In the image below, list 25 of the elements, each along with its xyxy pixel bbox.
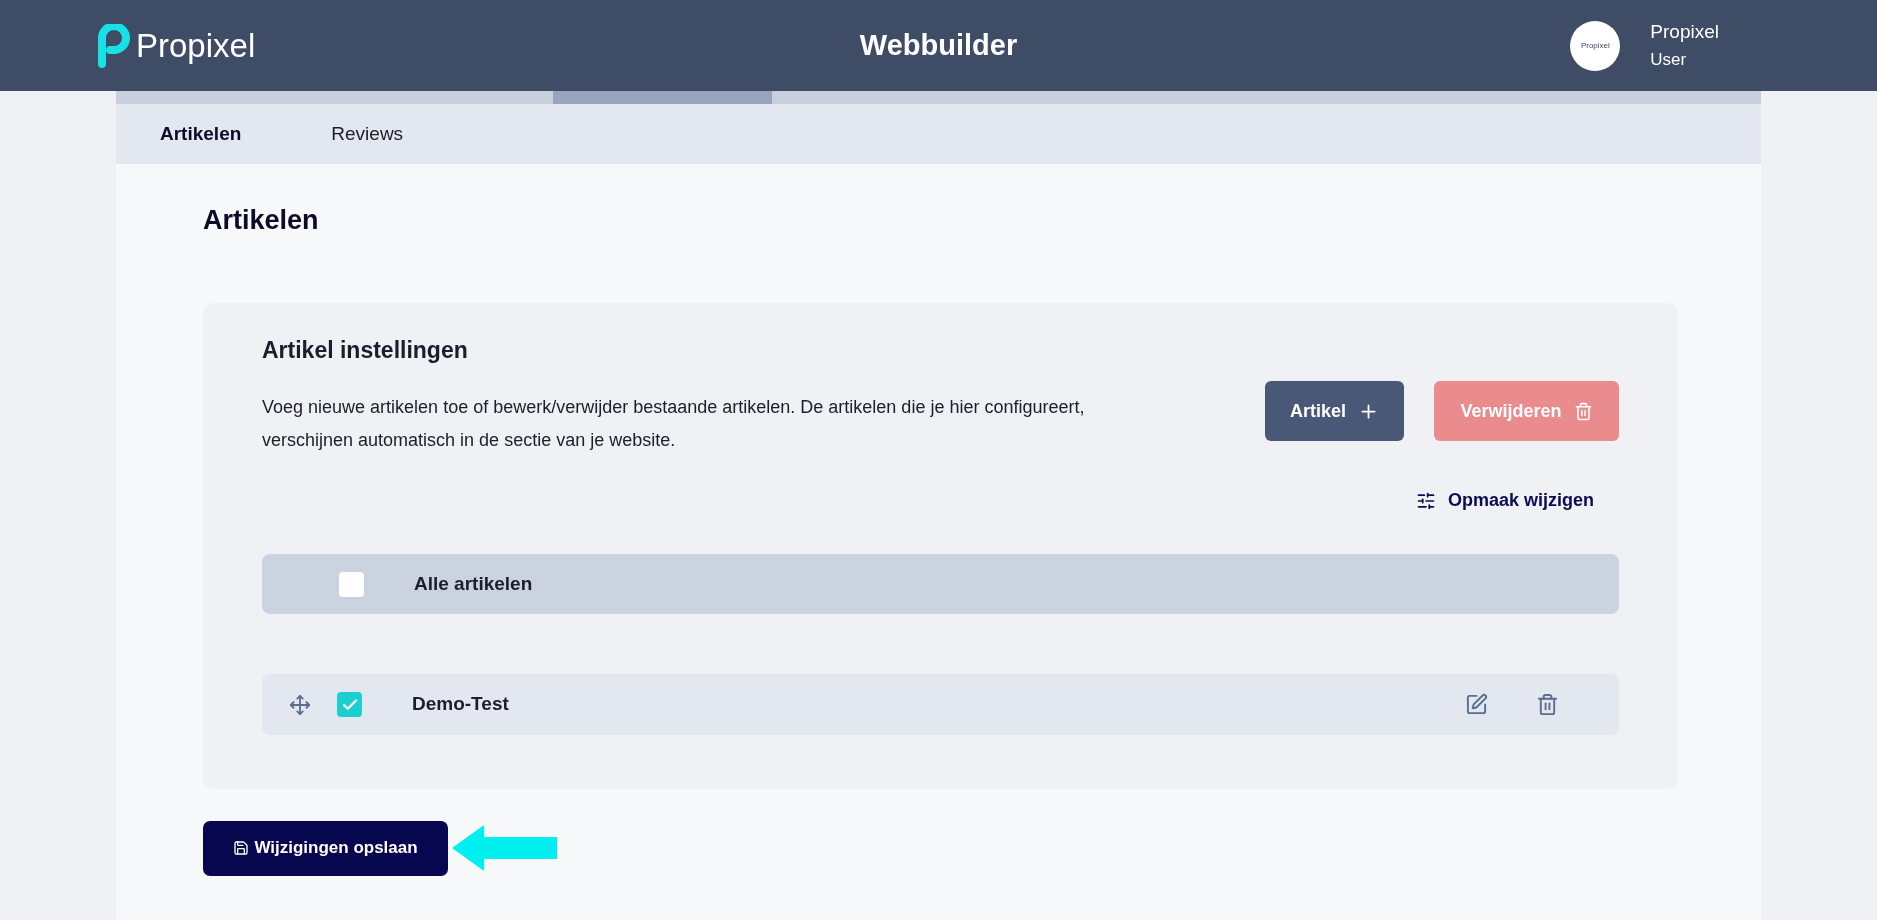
arrow-annotation-icon xyxy=(452,825,557,871)
edit-icon[interactable] xyxy=(1465,693,1488,716)
tab[interactable]: Artikelen xyxy=(160,119,242,149)
layout-link[interactable]: Opmaak wijzigen xyxy=(1415,487,1594,514)
sliders-icon xyxy=(1415,490,1436,511)
select-all-label: Alle artikelen xyxy=(414,571,533,596)
checkbox[interactable] xyxy=(339,571,364,597)
save-icon xyxy=(233,840,250,856)
card-title: Artikel instellingen xyxy=(262,335,469,365)
trash-icon xyxy=(1573,401,1593,421)
drag-handle-icon[interactable] xyxy=(289,693,311,716)
logo-icon xyxy=(98,23,130,68)
app-title: Webbuilder xyxy=(859,27,1018,63)
page-title: Artikelen xyxy=(203,204,320,237)
checkbox[interactable] xyxy=(337,692,362,717)
tab[interactable]: Reviews xyxy=(331,119,404,149)
user-name: Propixel xyxy=(1650,19,1719,44)
save-button[interactable]: Wijzigingen opslaan xyxy=(203,820,448,876)
trash-icon[interactable] xyxy=(1536,693,1559,716)
article-name: Demo-Test xyxy=(412,692,510,717)
add-button[interactable]: Artikel xyxy=(1265,381,1404,441)
logo-text: Propixel xyxy=(136,25,256,66)
user-role: User xyxy=(1650,48,1688,71)
user-avatar[interactable]: Propixel xyxy=(1570,20,1621,71)
card-description: Voeg nieuwe artikelen toe of bewerk/verwijder bestaande artikelen. De artikelen die je hier configureert, verschijnen automatisch in de sectie van je website. xyxy=(262,396,1086,452)
